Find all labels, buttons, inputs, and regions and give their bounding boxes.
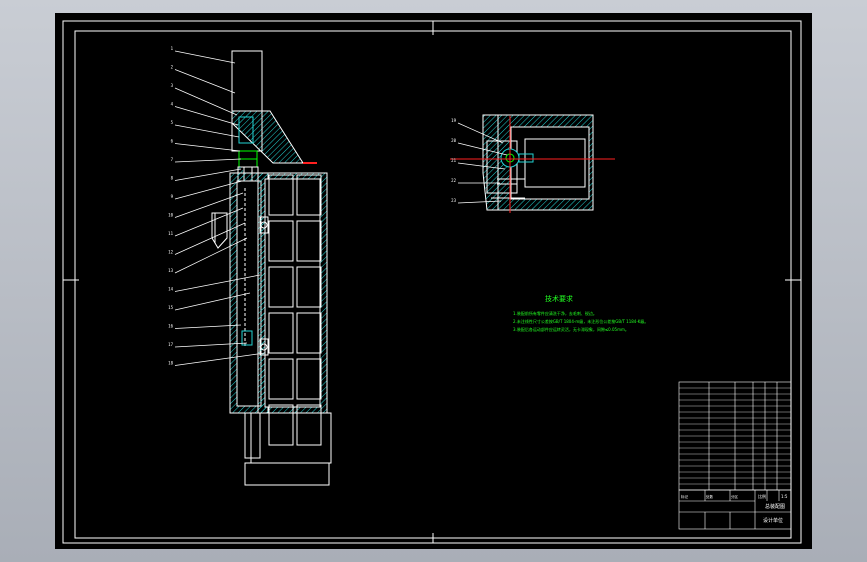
callout-number: 12 bbox=[168, 250, 173, 255]
scale-label: 比例 bbox=[758, 493, 766, 499]
inner-border bbox=[74, 30, 792, 539]
drawing-name: 总装配图 bbox=[765, 503, 785, 510]
title-block-header-cell: 标记 bbox=[681, 494, 689, 499]
note-line-3: 3.装配后各运动部件应运转灵活，无卡滞现象，间隙≤0.05mm。 bbox=[513, 326, 629, 332]
callout-number: 17 bbox=[168, 342, 173, 347]
callout-number: 1 bbox=[171, 46, 174, 51]
callout-number: 19 bbox=[451, 118, 456, 123]
callout-number: 15 bbox=[168, 305, 173, 310]
callout-number: 20 bbox=[451, 138, 456, 143]
leader-line bbox=[174, 69, 236, 94]
outer-border bbox=[62, 20, 802, 544]
callout-number: 2 bbox=[171, 65, 174, 70]
callout-number: 7 bbox=[171, 157, 174, 162]
notes-title: 技术要求 bbox=[545, 294, 573, 303]
section-detail-view bbox=[450, 114, 615, 213]
leader-line bbox=[174, 106, 239, 126]
title-block-header-cell: 分区 bbox=[731, 494, 739, 499]
cad-viewport[interactable]: 1 2 3 4 5 6 7 8 9 10 11 12 13 14 15 16 17 18 19 20 21 22 23 技… bbox=[55, 13, 812, 549]
callout-number: 16 bbox=[168, 324, 173, 329]
callout-number: 10 bbox=[168, 213, 173, 218]
note-line-1: 1.装配前所有零件应清洗干净，去毛刺、锐边。 bbox=[513, 310, 597, 316]
leader-line bbox=[174, 124, 240, 138]
callout-number: 9 bbox=[171, 194, 174, 199]
leader-line bbox=[174, 143, 241, 152]
leader-line bbox=[174, 50, 236, 64]
callout-number: 22 bbox=[451, 178, 456, 183]
callout-number: 11 bbox=[168, 231, 173, 236]
callout-number: 4 bbox=[171, 102, 174, 107]
callout-number: 5 bbox=[171, 120, 174, 125]
callout-number: 14 bbox=[168, 287, 173, 292]
callout-number: 3 bbox=[171, 83, 174, 88]
technical-notes: 技术要求 1.装配前所有零件应清洗干净，去毛刺、锐边。 2.未注线性尺寸公差按G… bbox=[513, 294, 648, 332]
leader-line bbox=[174, 87, 238, 116]
company-name: 设计单位 bbox=[763, 517, 783, 524]
main-view-callouts: 123456789101112131415161718 bbox=[168, 46, 173, 366]
assembly-drawing: 123456789101112131415161718 1920212223 技… bbox=[62, 20, 802, 544]
callout-number: 8 bbox=[171, 176, 174, 181]
callout-number: 21 bbox=[451, 158, 456, 163]
callout-number: 13 bbox=[168, 268, 173, 273]
callout-number: 6 bbox=[171, 139, 174, 144]
note-line-2: 2.未注线性尺寸公差按GB/T 1804-m级，未注形位公差按GB/T 1184… bbox=[513, 318, 648, 324]
callout-number: 18 bbox=[168, 361, 173, 366]
main-section-view bbox=[211, 50, 332, 486]
callout-number: 23 bbox=[451, 198, 456, 203]
scale-value: 1:5 bbox=[781, 494, 788, 499]
centering-marks bbox=[63, 21, 801, 543]
title-block-header-cell: 处数 bbox=[706, 494, 714, 499]
section-view-callouts: 19 20 21 22 23 bbox=[451, 118, 456, 203]
leader-line bbox=[174, 158, 242, 163]
